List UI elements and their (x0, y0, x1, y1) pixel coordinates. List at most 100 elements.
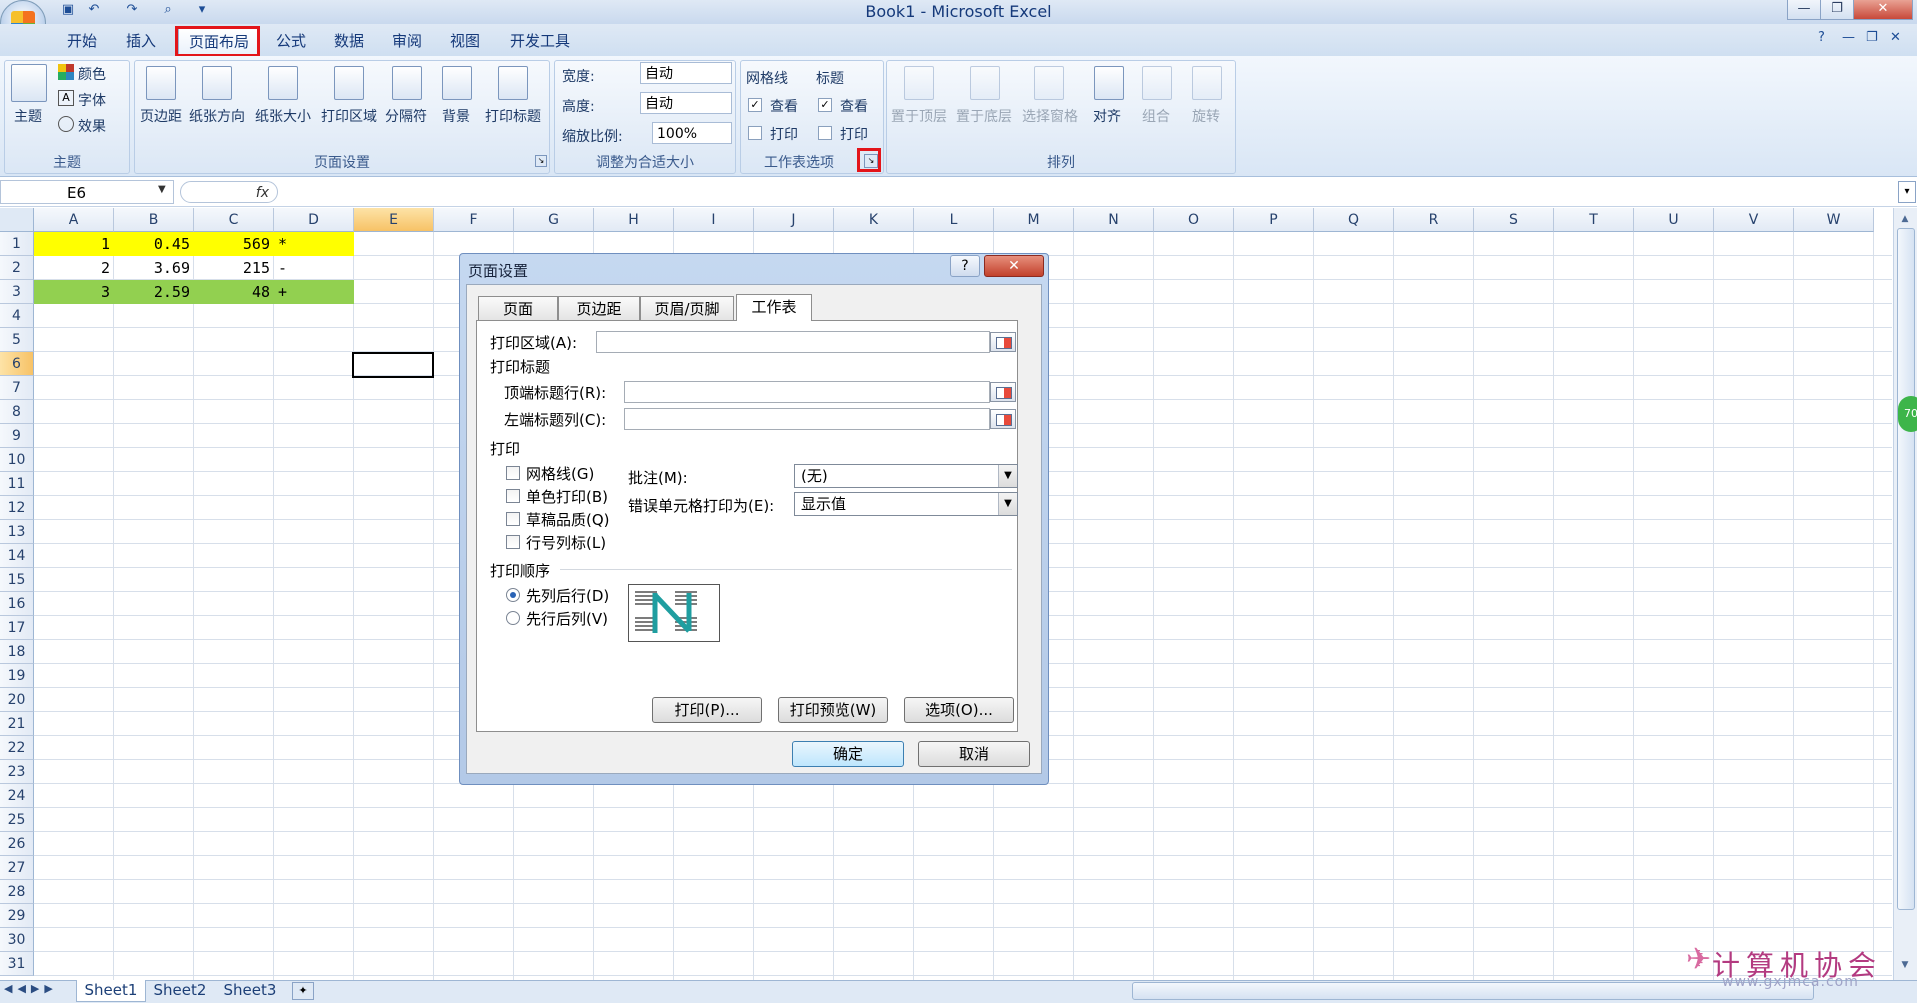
left-cols-collapse-icon[interactable] (990, 409, 1016, 429)
ribbon-minimize-button[interactable]: — (1842, 30, 1855, 45)
row-header-8[interactable]: 8 (0, 400, 34, 424)
print-titles-button[interactable]: 打印标题 (482, 106, 544, 126)
margins-icon[interactable] (146, 66, 176, 100)
column-header-r[interactable]: R (1394, 208, 1474, 232)
cell-b1[interactable]: 0.45 (114, 232, 194, 256)
row-header-12[interactable]: 12 (0, 496, 34, 520)
headings-view-checkbox[interactable]: ✓ (818, 98, 832, 112)
column-header-p[interactable]: P (1234, 208, 1314, 232)
sheet-tab-sheet1[interactable]: Sheet1 (76, 980, 146, 1002)
row-header-15[interactable]: 15 (0, 568, 34, 592)
row-header-25[interactable]: 25 (0, 808, 34, 832)
column-header-o[interactable]: O (1154, 208, 1234, 232)
size-icon[interactable] (268, 66, 298, 100)
print-area-input[interactable] (596, 331, 990, 353)
row-header-30[interactable]: 30 (0, 928, 34, 952)
row-header-10[interactable]: 10 (0, 448, 34, 472)
print-preview-button[interactable]: 打印预览(W) (778, 697, 888, 723)
row-header-1[interactable]: 1 (0, 232, 34, 256)
row-header-16[interactable]: 16 (0, 592, 34, 616)
column-header-b[interactable]: B (114, 208, 194, 232)
row-header-9[interactable]: 9 (0, 424, 34, 448)
row-header-21[interactable]: 21 (0, 712, 34, 736)
theme-button-label[interactable]: 主题 (6, 106, 50, 126)
row-header-2[interactable]: 2 (0, 256, 34, 280)
tab-data[interactable]: 数据 (324, 28, 374, 54)
left-cols-input[interactable] (624, 408, 990, 430)
column-header-n[interactable]: N (1074, 208, 1154, 232)
page-setup-launcher-icon[interactable]: ↘ (535, 155, 547, 167)
insert-function-button[interactable]: fx (180, 181, 278, 203)
cell-c1[interactable]: 569 (194, 232, 274, 256)
ribbon-close-button[interactable]: ✕ (1890, 30, 1901, 45)
print-area-button[interactable]: 打印区域 (318, 106, 380, 126)
tab-insert[interactable]: 插入 (116, 28, 166, 54)
top-rows-input[interactable] (624, 381, 990, 403)
scroll-thumb[interactable] (1897, 228, 1915, 910)
height-select[interactable]: 自动 (640, 92, 732, 114)
name-box-dropdown-icon[interactable]: ▼ (158, 184, 166, 195)
column-header-t[interactable]: T (1554, 208, 1634, 232)
breaks-icon[interactable] (392, 66, 422, 100)
row-header-22[interactable]: 22 (0, 736, 34, 760)
cell-a2[interactable]: 2 (34, 256, 114, 280)
scroll-up-icon[interactable]: ▲ (1897, 214, 1913, 228)
row-header-6[interactable]: 6 (0, 352, 34, 376)
sheet-tab-sheet2[interactable]: Sheet2 (146, 980, 214, 1001)
row-header-28[interactable]: 28 (0, 880, 34, 904)
breaks-button[interactable]: 分隔符 (380, 106, 432, 126)
print-area-icon[interactable] (334, 66, 364, 100)
close-window-button[interactable]: ✕ (1853, 0, 1913, 20)
cell-c2[interactable]: 215 (194, 256, 274, 280)
comments-select[interactable]: (无) (794, 464, 1018, 488)
cell-b3[interactable]: 2.59 (114, 280, 194, 304)
row-header-11[interactable]: 11 (0, 472, 34, 496)
restore-button[interactable]: ❐ (1820, 0, 1854, 20)
column-header-h[interactable]: H (594, 208, 674, 232)
column-header-m[interactable]: M (994, 208, 1074, 232)
order-over-then-down-radio[interactable] (506, 611, 520, 625)
minimize-button[interactable]: — (1787, 0, 1821, 20)
column-header-q[interactable]: Q (1314, 208, 1394, 232)
formula-expand-icon[interactable]: ▾ (1898, 181, 1916, 203)
gridlines-print-checkbox[interactable] (748, 126, 762, 140)
errors-dropdown-icon[interactable]: ▼ (998, 493, 1017, 515)
row-header-3[interactable]: 3 (0, 280, 34, 304)
align-button[interactable]: 对齐 (1084, 106, 1130, 126)
orientation-button[interactable]: 纸张方向 (186, 106, 248, 126)
row-header-14[interactable]: 14 (0, 544, 34, 568)
ribbon-restore-button[interactable]: ❐ (1866, 30, 1878, 45)
cell-d2[interactable]: - (274, 256, 354, 280)
row-header-29[interactable]: 29 (0, 904, 34, 928)
ribbon-help-icon[interactable]: ? (1818, 30, 1825, 45)
row-col-headings-checkbox[interactable] (506, 535, 520, 549)
tab-developer[interactable]: 开发工具 (500, 28, 580, 54)
draft-quality-checkbox[interactable] (506, 512, 520, 526)
column-header-j[interactable]: J (754, 208, 834, 232)
dialog-tab-sheet[interactable]: 工作表 (736, 294, 812, 321)
row-header-4[interactable]: 4 (0, 304, 34, 328)
effects-button[interactable]: 效果 (78, 116, 106, 136)
tab-home[interactable]: 开始 (56, 28, 108, 54)
dialog-tab-margins[interactable]: 页边距 (558, 296, 640, 320)
column-header-w[interactable]: W (1794, 208, 1874, 232)
formula-input[interactable] (280, 181, 1900, 203)
dialog-help-button[interactable]: ? (950, 255, 980, 277)
print-titles-icon[interactable] (498, 66, 528, 100)
dialog-tab-header-footer[interactable]: 页眉/页脚 (640, 296, 734, 320)
row-header-26[interactable]: 26 (0, 832, 34, 856)
width-select[interactable]: 自动 (640, 62, 732, 84)
row-header-19[interactable]: 19 (0, 664, 34, 688)
fonts-button[interactable]: 字体 (78, 90, 106, 110)
cell-c3[interactable]: 48 (194, 280, 274, 304)
row-header-7[interactable]: 7 (0, 376, 34, 400)
print-area-collapse-icon[interactable] (990, 332, 1016, 352)
size-button[interactable]: 纸张大小 (252, 106, 314, 126)
background-icon[interactable] (442, 66, 472, 100)
cell-a3[interactable]: 3 (34, 280, 114, 304)
cell-a1[interactable]: 1 (34, 232, 114, 256)
row-header-20[interactable]: 20 (0, 688, 34, 712)
column-header-e[interactable]: E (354, 208, 434, 232)
column-header-s[interactable]: S (1474, 208, 1554, 232)
colors-button[interactable]: 颜色 (78, 64, 106, 84)
